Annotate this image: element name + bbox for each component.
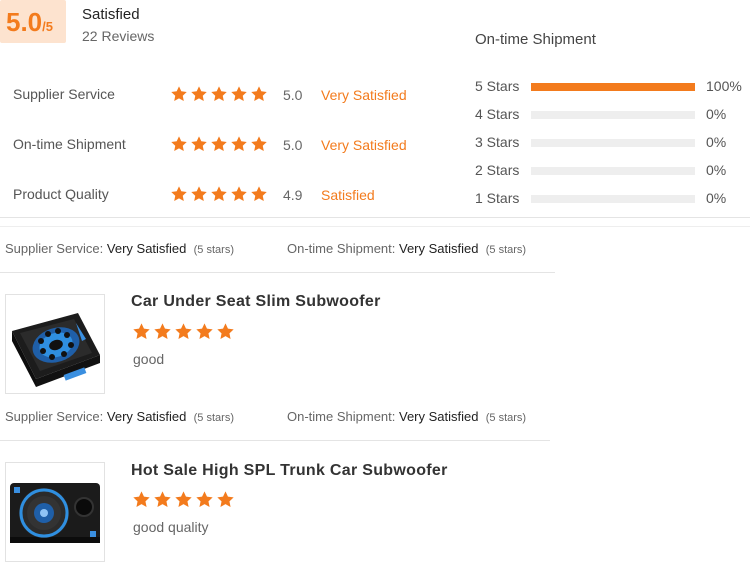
subwoofer-slim-image [12,313,100,387]
star-icon [175,491,192,507]
star-icon [251,186,267,202]
review-1-supplier-service: Supplier Service: Very Satisfied (5 star… [5,241,234,256]
star-icon [191,186,207,202]
star-icon [231,186,247,202]
metric-label-product-quality: Product Quality [13,186,109,202]
star-icon [175,323,192,339]
star-icon [154,323,171,339]
review-1-shipment-value: Very Satisfied [399,241,479,256]
metric-label-supplier-service: Supplier Service [13,86,115,102]
review-2-divider [0,440,550,441]
overall-score: 5.0/5 [6,6,53,43]
distribution-title: On-time Shipment [475,31,596,48]
review-2-on-time-shipment: On-time Shipment: Very Satisfied (5 star… [287,409,526,424]
review-2-supplier-stars: (5 stars) [193,412,234,424]
distribution-bar-1 [531,195,695,203]
star-icon [191,86,207,102]
distribution-label-3: 3 Stars [475,134,520,150]
metric-text-product-quality: Satisfied [321,187,375,203]
distribution-bar-3 [531,139,695,147]
subwoofer-trunk-image [10,483,100,543]
star-icon [196,323,213,339]
star-icon [211,136,227,152]
review-2-text: good quality [133,519,209,535]
star-icon [217,491,234,507]
distribution-pct-4: 0% [706,106,727,122]
review-2-stars [132,490,235,509]
distribution-label-4: 4 Stars [475,106,520,122]
star-icon [171,86,187,102]
review-1-supplier-label: Supplier Service: [5,241,104,256]
star-icon [171,186,187,202]
distribution-bar-2 [531,167,695,175]
star-icon [231,86,247,102]
distribution-bar-5 [531,83,695,91]
metric-text-supplier-service: Very Satisfied [321,87,407,103]
review-2-shipment-value: Very Satisfied [399,409,479,424]
review-2-shipment-stars: (5 stars) [485,412,527,424]
review-2-supplier-label: Supplier Service: [5,409,104,424]
review-2-product-image[interactable] [5,462,105,562]
distribution-pct-2: 0% [706,162,727,178]
review-2-supplier-service: Supplier Service: Very Satisfied (5 star… [5,409,234,424]
metric-label-on-time-shipment: On-time Shipment [13,136,126,152]
distribution-pct-3: 0% [706,134,727,150]
star-icon [211,186,227,202]
metric-stars-product-quality [170,185,268,203]
summary-divider-2 [0,226,750,227]
distribution-label-2: 2 Stars [475,162,520,178]
review-1-text: good [133,351,165,367]
distribution-pct-1: 0% [706,190,727,206]
overall-rating-label: Satisfied [82,6,140,23]
review-2-product-title[interactable]: Hot Sale High SPL Trunk Car Subwoofer [131,462,448,480]
review-1-shipment-stars: (5 stars) [485,244,527,256]
review-1-on-time-shipment: On-time Shipment: Very Satisfied (5 star… [287,241,526,256]
metric-score-product-quality: 4.9 [283,187,303,203]
star-icon [251,136,267,152]
star-icon [133,491,150,507]
metric-score-on-time-shipment: 5.0 [283,137,303,153]
metric-stars-on-time-shipment [170,135,268,153]
star-icon [251,86,267,102]
star-icon [217,323,234,339]
distribution-pct-5: 100% [706,78,742,94]
review-2-supplier-value: Very Satisfied [106,409,187,424]
distribution-label-5: 5 Stars [475,78,520,94]
metric-text-on-time-shipment: Very Satisfied [321,137,407,153]
review-1-supplier-stars: (5 stars) [193,244,234,256]
overall-score-value: 5.0 [6,7,43,37]
review-1-product-image[interactable] [5,294,105,394]
review-1-stars [132,322,235,341]
review-1-supplier-value: Very Satisfied [106,241,187,256]
distribution-label-1: 1 Stars [475,190,520,206]
summary-divider [0,217,750,218]
review-1-product-title[interactable]: Car Under Seat Slim Subwoofer [131,293,381,311]
distribution-bar-fill-5 [531,83,695,91]
distribution-bar-4 [531,111,695,119]
review-1-divider [0,272,555,273]
review-1-shipment-label: On-time Shipment: [287,241,396,256]
overall-score-out-of: /5 [42,19,53,34]
star-icon [211,86,227,102]
star-icon [231,136,247,152]
review-2-shipment-label: On-time Shipment: [287,409,396,424]
review-count: 22 Reviews [82,28,155,44]
metric-stars-supplier-service [170,85,268,103]
star-icon [171,136,187,152]
star-icon [154,491,171,507]
star-icon [191,136,207,152]
star-icon [133,323,150,339]
metric-score-supplier-service: 5.0 [283,87,303,103]
star-icon [196,491,213,507]
